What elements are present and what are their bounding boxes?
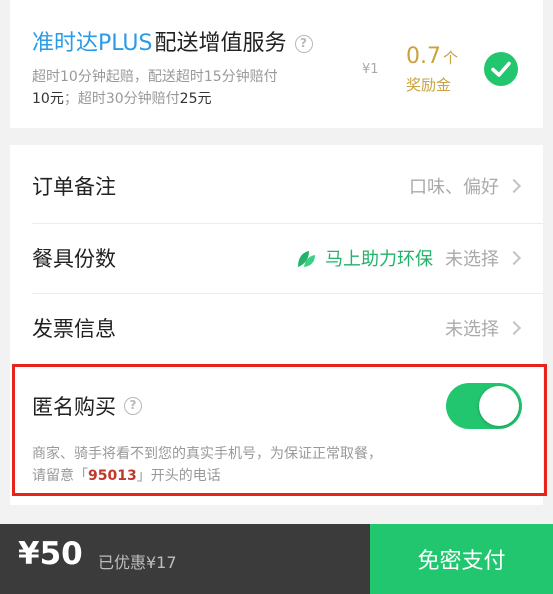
anonymous-purchase-title: 匿名购买 ? [32,391,142,421]
tableware-row[interactable]: 餐具份数 马上助力环保 未选择 [10,223,543,292]
reward-amount-value: 0.7 [406,44,441,69]
plus-brand-label: 准时达PLUS [32,31,153,56]
invoice-row[interactable]: 发票信息 未选择 [10,293,543,362]
invoice-value: 未选择 [445,318,499,340]
toggle-knob [479,386,519,426]
discount-amount: 已优惠¥17 [98,553,177,572]
chevron-right-icon [506,178,522,193]
anonymous-purchase-section: 匿名购买 ? 商家、骑手将看不到您的真实手机号，为保证正常取餐， 请留意「950… [10,363,543,505]
leaf-icon [298,250,315,267]
plus-desc-amount2: 25元 [179,91,212,107]
plus-service-title: 准时达PLUS 配送增值服务 ? [32,30,313,58]
phone-prefix: 95013 [88,468,137,484]
question-icon[interactable]: ? [294,35,313,53]
invoice-label: 发票信息 [32,316,116,341]
pay-button[interactable]: 免密支付 [370,524,553,594]
original-price: ¥1 [362,62,379,77]
plus-title-label: 配送增值服务 [154,31,287,56]
question-icon[interactable]: ? [124,397,142,415]
anonymous-toggle[interactable] [446,383,522,429]
eco-badge: 马上助力环保 [295,245,433,271]
check-icon[interactable] [484,52,518,86]
chevron-right-icon [506,250,522,265]
anonymous-purchase-label: 匿名购买 [32,395,116,419]
checkout-bar: ¥50 已优惠¥17 免密支付 [0,524,553,594]
tableware-label: 餐具份数 [32,246,116,271]
order-remark-row[interactable]: 订单备注 口味、偏好 [10,151,543,220]
order-options-card: 订单备注 口味、偏好 餐具份数 马上助力环保 未选择 发票信息 未选择 匿名购买… [10,145,543,505]
anon-desc-line2-end: 」开头的电话 [136,468,221,484]
order-remark-value: 口味、偏好 [409,176,499,198]
plus-service-card[interactable]: 准时达PLUS 配送增值服务 ? 超时10分钟起赔，配送超时15分钟赔付 10元… [10,0,543,128]
anon-desc-line1: 商家、骑手将看不到您的真实手机号，为保证正常取餐， [32,446,382,462]
plus-desc-mid: ；超时30分钟赔付 [63,91,180,107]
reward-amount: 0.7 个 [406,44,458,69]
chevron-right-icon [506,320,522,335]
total-price: ¥50 [18,536,83,572]
tableware-value: 未选择 [445,248,499,270]
anonymous-description: 商家、骑手将看不到您的真实手机号，为保证正常取餐， 请留意「95013」开头的电… [32,443,502,487]
reward-unit: 个 [443,49,459,67]
eco-text: 马上助力环保 [325,248,433,270]
plus-desc-line1: 超时10分钟起赔，配送超时15分钟赔付 [32,69,278,85]
plus-desc-amount1: 10元 [32,91,64,107]
order-remark-label: 订单备注 [32,174,116,199]
plus-service-description: 超时10分钟起赔，配送超时15分钟赔付 10元；超时30分钟赔付25元 [32,66,362,110]
reward-label: 奖励金 [406,76,452,94]
anon-desc-line2-start: 请留意「 [32,468,88,484]
